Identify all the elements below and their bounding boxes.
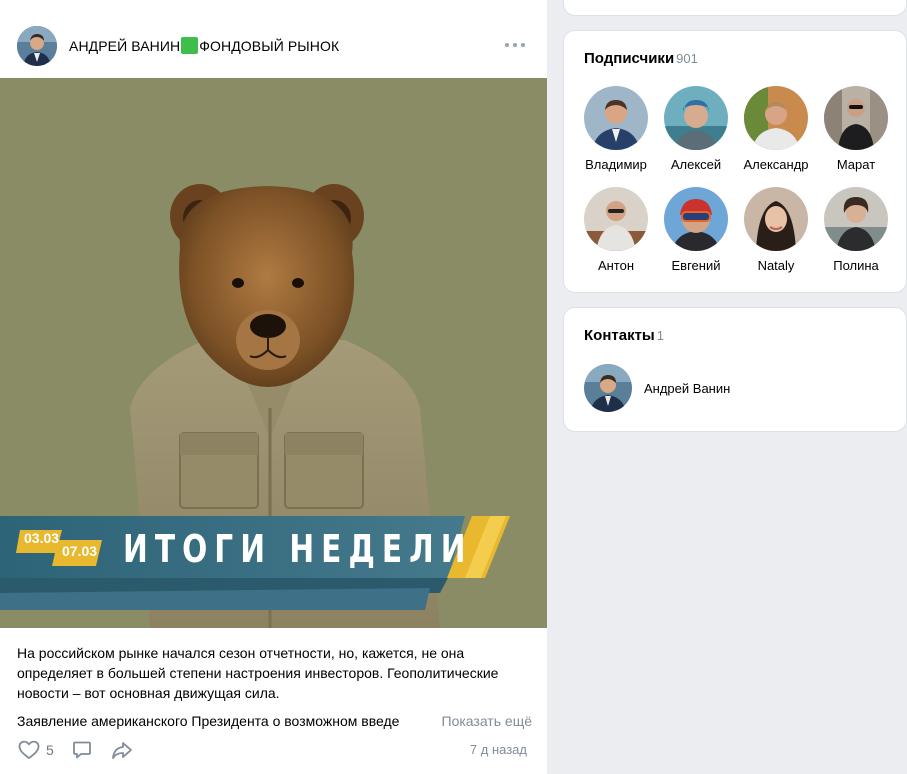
avatar [664,187,728,251]
subscriber-name: Марат [836,157,876,172]
top-card-partial [563,0,907,16]
post-timestamp[interactable]: 7 д назад [470,742,527,757]
subscriber-name: Алексей [670,157,722,172]
subscriber-name: Полина [833,258,879,273]
subscribers-grid: Владимир Алексей Александр Марат Антон Е… [576,86,896,273]
post-paragraph-2-text: Заявление американского Президента о воз… [17,713,400,729]
contact-name: Андрей Ванин [644,380,731,396]
show-more-link[interactable]: Показать ещё [425,711,532,731]
subscriber-item[interactable]: Алексей [656,86,736,172]
subscriber-item[interactable]: Марат [816,86,896,172]
author-name-text: АНДРЕЙ ВАНИН [69,38,181,54]
avatar [664,86,728,150]
banner-date-end: 07.03 [62,543,98,559]
subscribers-title[interactable]: Подписчики 901 [584,50,698,67]
post-header: АНДРЕЙ ВАНИН ФОНДОВЫЙ РЫНОК [0,0,547,78]
subscriber-name: Антон [597,258,635,273]
avatar [584,364,632,412]
avatar [584,187,648,251]
post-paragraph-2: Заявление американского Президента о воз… [17,711,532,731]
banner-date-start: 03.03 [24,530,60,546]
more-options-icon[interactable] [505,38,525,52]
avatar [584,86,648,150]
subscribers-title-text: Подписчики [584,50,675,67]
contacts-card: Контакты 1 Андрей Ванин [563,307,907,432]
avatar [824,187,888,251]
author-name-suffix: ФОНДОВЫЙ РЫНОК [199,38,340,54]
banner-title: ИТОГИ НЕДЕЛИ [123,527,473,571]
post-footer: 5 7 д назад [0,734,547,766]
post-image[interactable]: 03.03 07.03 ИТОГИ НЕДЕЛИ [0,78,547,628]
subscriber-item[interactable]: Полина [816,187,896,273]
like-count: 5 [46,742,54,758]
subscriber-item[interactable]: Александр [736,86,816,172]
post-paragraph-1: На российском рынке начался сезон отчетн… [17,645,499,701]
avatar [744,86,808,150]
subscriber-item[interactable]: Евгений [656,187,736,273]
author-avatar[interactable] [17,26,57,66]
comment-icon [72,740,92,760]
post-text: На российском рынке начался сезон отчетн… [17,643,532,731]
green-square-emoji-icon [181,37,199,54]
avatar [744,187,808,251]
subscriber-name: Александр [743,157,809,172]
contacts-count: 1 [656,328,664,343]
avatar [824,86,888,150]
post-author-name[interactable]: АНДРЕЙ ВАНИН ФОНДОВЫЙ РЫНОК [69,37,339,54]
subscriber-item[interactable]: Антон [576,187,656,273]
like-button[interactable]: 5 [18,738,54,762]
share-icon [111,740,133,760]
contact-item[interactable]: Андрей Ванин [584,364,730,412]
contacts-title[interactable]: Контакты 1 [584,327,664,344]
subscriber-item[interactable]: Nataly [736,187,816,273]
heart-icon [18,740,40,760]
subscriber-item[interactable]: Владимир [576,86,656,172]
subscribers-card: Подписчики 901 Владимир Алексей Александр… [563,30,907,293]
post-card: АНДРЕЙ ВАНИН ФОНДОВЫЙ РЫНОК 03.03 07.03 … [0,0,547,774]
subscriber-name: Евгений [671,258,721,273]
contacts-title-text: Контакты [584,327,655,344]
share-button[interactable] [111,738,133,762]
subscribers-count: 901 [676,51,698,66]
comment-button[interactable] [72,738,92,762]
subscriber-name: Владимир [585,157,647,172]
subscriber-name: Nataly [757,258,795,273]
